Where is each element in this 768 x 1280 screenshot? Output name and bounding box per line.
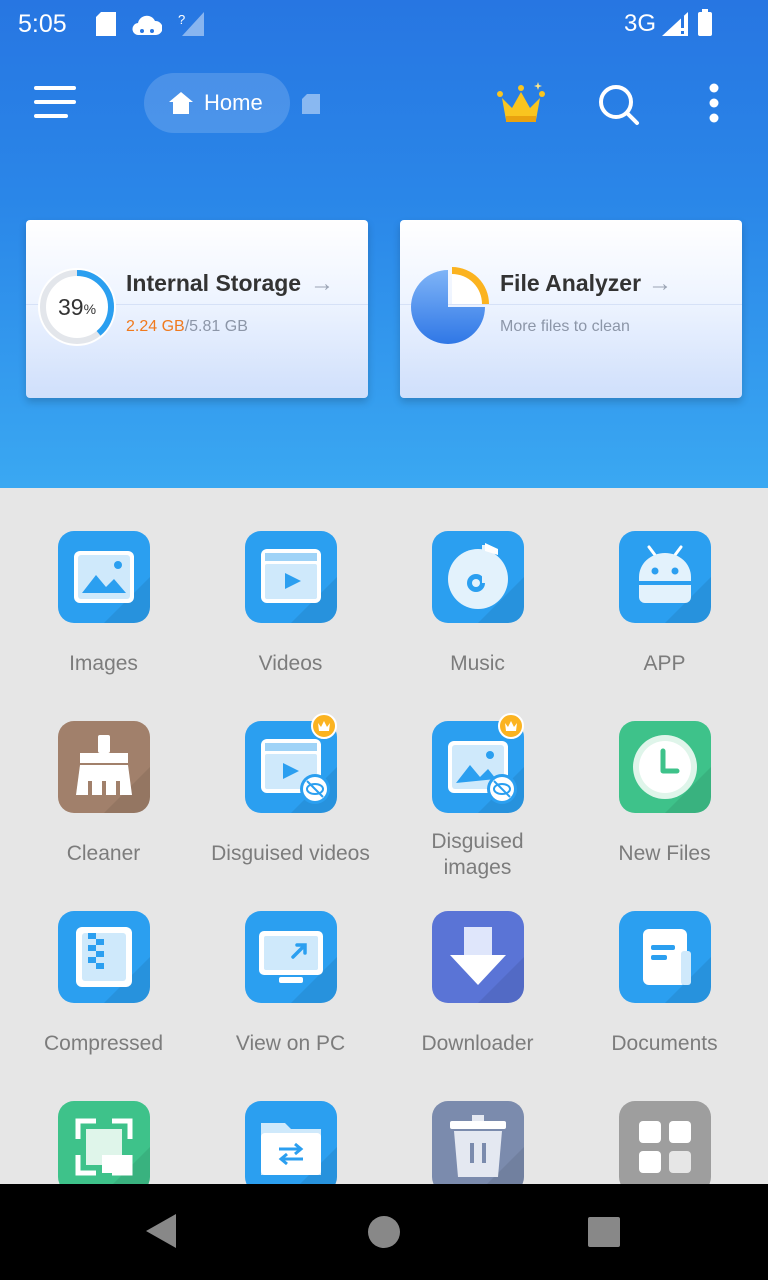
broom-icon — [57, 721, 150, 813]
clock-icon — [618, 721, 711, 813]
tile-app[interactable]: APP — [571, 531, 758, 677]
arrow-right-icon: → — [310, 270, 334, 297]
menu-button[interactable] — [34, 86, 76, 120]
status-time: 5:05 — [18, 10, 67, 38]
back-icon[interactable] — [146, 1214, 178, 1248]
tile-downloader[interactable]: Downloader — [384, 911, 571, 1057]
tile-documents[interactable]: Documents — [571, 911, 758, 1057]
tile-label: Videos — [258, 652, 323, 675]
video-icon — [244, 531, 337, 623]
tile-label: Disguised images — [431, 830, 524, 879]
monitor-icon — [244, 911, 337, 1003]
vip-crown-icon — [311, 713, 337, 739]
tile-label: Documents — [611, 1032, 718, 1055]
screenshot-icon — [57, 1101, 150, 1184]
tile-music[interactable]: Music — [384, 531, 571, 677]
tile-new-files[interactable]: New Files — [571, 721, 758, 867]
system-nav-bar — [0, 1184, 768, 1280]
crown-icon[interactable] — [494, 80, 548, 128]
signal-unknown-icon: ? — [178, 12, 204, 36]
more-options-icon[interactable] — [700, 82, 728, 126]
home-label: Home — [204, 90, 263, 115]
storage-title: Internal Storage — [126, 270, 302, 296]
analyzer-title: File Analyzer — [500, 270, 642, 296]
home-circle-icon[interactable] — [368, 1216, 400, 1248]
storage-usage-text: 2.24 GB/5.81 GB — [126, 318, 248, 335]
tile-label: Downloader — [421, 1032, 534, 1055]
transfer-folder-icon — [244, 1101, 337, 1184]
tile-label: APP — [643, 652, 686, 675]
sd-card-icon — [96, 12, 116, 36]
analyzer-subtitle: More files to clean — [500, 318, 630, 335]
tile-label: Disguised videos — [211, 842, 370, 865]
home-breadcrumb[interactable]: Home — [144, 73, 290, 133]
vip-crown-icon — [498, 713, 524, 739]
trash-icon — [431, 1101, 524, 1184]
android-icon — [618, 531, 711, 623]
tile-label: Compressed — [43, 1032, 164, 1055]
category-grid: Images Videos Music APP Cleaner Disguise… — [0, 488, 768, 1184]
image-icon — [57, 531, 150, 623]
music-icon — [431, 531, 524, 623]
document-icon — [618, 911, 711, 1003]
internal-storage-card[interactable]: 39% Internal Storage → 2.24 GB/5.81 GB — [26, 220, 368, 398]
tile-disguised-videos[interactable]: Disguised videos — [197, 713, 384, 867]
toolbar: Home — [0, 60, 768, 150]
file-analyzer-card[interactable]: File Analyzer → More files to clean — [400, 220, 742, 398]
cloud-icon — [132, 15, 162, 35]
tile-images[interactable]: Images — [10, 531, 197, 677]
tile-label: View on PC — [235, 1032, 346, 1055]
download-icon — [431, 911, 524, 1003]
search-icon[interactable] — [596, 82, 640, 126]
storage-used: 2.24 GB — [126, 318, 185, 335]
tile-label: Cleaner — [66, 842, 141, 865]
tile-label: Music — [450, 652, 505, 675]
tile-label: Images — [69, 652, 138, 675]
tile-label: New Files — [618, 842, 711, 865]
tile-compressed[interactable]: Compressed — [10, 911, 197, 1057]
tile-disguised-images[interactable]: Disguised images — [384, 713, 571, 881]
storage-percent: 39% — [57, 293, 97, 320]
sd-card-icon[interactable] — [302, 94, 320, 114]
recents-icon[interactable] — [588, 1217, 620, 1247]
zip-icon — [57, 911, 150, 1003]
cell-signal-icon — [662, 12, 688, 36]
home-icon — [169, 92, 193, 114]
svg-text:?: ? — [178, 12, 185, 27]
tile-screenshot[interactable] — [10, 1101, 197, 1184]
arrow-right-icon: → — [648, 270, 672, 297]
tile-recycle-bin[interactable] — [384, 1101, 571, 1184]
tile-view-on-pc[interactable]: View on PC — [197, 911, 384, 1057]
network-type: 3G — [623, 10, 656, 37]
pie-chart-icon — [411, 267, 489, 344]
more-apps-icon — [618, 1101, 711, 1184]
storage-total: 5.81 GB — [189, 318, 248, 335]
battery-icon — [698, 9, 712, 36]
tile-more-apps[interactable] — [571, 1101, 758, 1184]
tile-transfer[interactable] — [197, 1101, 384, 1184]
status-bar: 5:05 ? 3G — [0, 0, 768, 50]
tile-cleaner[interactable]: Cleaner — [10, 721, 197, 867]
tile-videos[interactable]: Videos — [197, 531, 384, 677]
